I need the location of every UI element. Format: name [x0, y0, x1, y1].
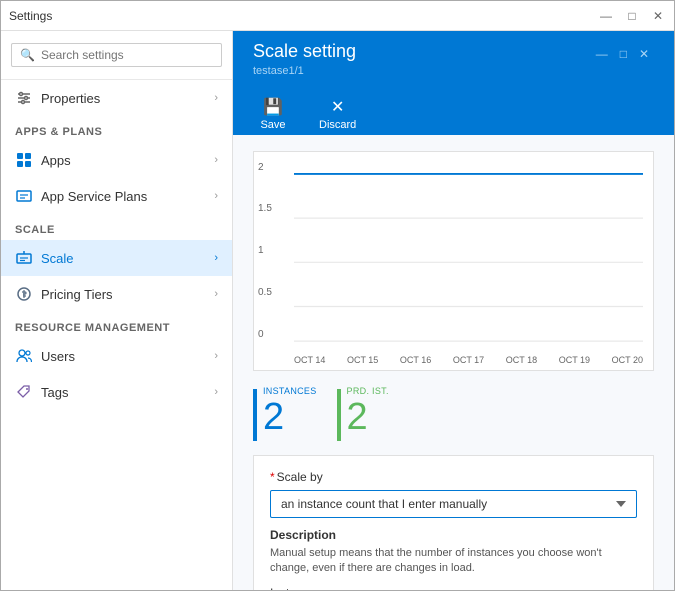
tags-label: Tags: [41, 385, 68, 400]
apps-plans-section-label: APPS & PLANS: [1, 116, 232, 142]
users-icon: [15, 347, 33, 365]
instance-bar-green: [337, 389, 341, 441]
chevron-right-icon: ›: [214, 386, 218, 398]
x-oct17: OCT 17: [453, 355, 484, 365]
minimize-button[interactable]: —: [598, 9, 614, 23]
sidebar-item-pricing-tiers[interactable]: Pricing Tiers ›: [1, 276, 232, 312]
users-label: Users: [41, 349, 75, 364]
y-label-2: 2: [258, 162, 272, 173]
title-bar: Settings — □ ✕: [1, 1, 674, 31]
scale-section: * Scale by an instance count that I ente…: [253, 455, 654, 590]
close-button[interactable]: ✕: [650, 9, 666, 23]
chevron-right-icon: ›: [214, 92, 218, 104]
search-area: 🔍: [1, 31, 232, 80]
toolbar: 💾 Save ✕ Discard: [253, 87, 654, 135]
chevron-right-icon: ›: [214, 190, 218, 202]
app-service-plans-label: App Service Plans: [41, 189, 147, 204]
instances-label: Instances: [270, 586, 637, 590]
apps-label: Apps: [41, 153, 71, 168]
sidebar: 🔍: [1, 31, 233, 590]
x-oct14: OCT 14: [294, 355, 325, 365]
pricing-icon: [15, 285, 33, 303]
maximize-button[interactable]: □: [624, 9, 640, 23]
window-frame: Settings — □ ✕ 🔍: [0, 0, 675, 591]
page-subtitle: testase1/1: [253, 65, 356, 77]
chevron-right-icon: ›: [214, 350, 218, 362]
instance-label-0: INSTANCES: [263, 387, 317, 396]
resource-mgmt-section-label: RESOURCE MANAGEMENT: [1, 312, 232, 338]
x-oct20: OCT 20: [612, 355, 643, 365]
scale-label: Scale: [41, 251, 74, 266]
x-oct18: OCT 18: [506, 355, 537, 365]
y-label-0: 0: [258, 329, 272, 340]
save-button[interactable]: 💾 Save: [253, 93, 293, 135]
chevron-right-icon: ›: [214, 252, 218, 264]
y-label-1: 1: [258, 245, 272, 256]
instance-block-0: INSTANCES 2: [253, 387, 317, 441]
scale-by-label: * Scale by: [270, 470, 637, 484]
search-input[interactable]: [41, 48, 213, 62]
discard-button[interactable]: ✕ Discard: [313, 93, 362, 135]
chart-svg: [294, 162, 643, 365]
content-window-controls: — □ ✕: [591, 41, 654, 63]
search-icon: 🔍: [20, 48, 35, 62]
scale-by-select[interactable]: an instance count that I enter manually …: [270, 490, 637, 518]
search-box[interactable]: 🔍: [11, 43, 222, 67]
save-icon: 💾: [263, 97, 283, 117]
save-label: Save: [260, 119, 285, 131]
window-controls: — □ ✕: [598, 9, 666, 23]
x-oct16: OCT 16: [400, 355, 431, 365]
chart-x-labels: OCT 14 OCT 15 OCT 16 OCT 17 OCT 18 OCT 1…: [294, 355, 643, 365]
chevron-right-icon: ›: [214, 154, 218, 166]
content-body: 2 1.5 1 0.5 0: [233, 135, 674, 590]
sidebar-item-apps[interactable]: Apps ›: [1, 142, 232, 178]
scale-section-label: SCALE: [1, 214, 232, 240]
app-service-icon: [15, 187, 33, 205]
instance-block-1: PRD. IST. 2: [337, 387, 389, 441]
sidebar-item-users[interactable]: Users ›: [1, 338, 232, 374]
content-maximize-button[interactable]: □: [615, 45, 632, 63]
sliders-icon: [15, 89, 33, 107]
instances-row: INSTANCES 2 PRD. IST. 2: [253, 387, 654, 441]
instance-value-0: 2: [263, 398, 317, 436]
y-label-0-5: 0.5: [258, 287, 272, 298]
tags-icon: [15, 383, 33, 401]
content-close-button[interactable]: ✕: [634, 45, 654, 63]
content-minimize-button[interactable]: —: [591, 45, 613, 63]
page-title: Scale setting: [253, 41, 356, 63]
x-oct15: OCT 15: [347, 355, 378, 365]
sidebar-item-scale[interactable]: Scale ›: [1, 240, 232, 276]
x-oct19: OCT 19: [559, 355, 590, 365]
content-header: Scale setting testase1/1 — □ ✕ 💾 Save: [233, 31, 674, 135]
pricing-tiers-label: Pricing Tiers: [41, 287, 113, 302]
sidebar-item-properties[interactable]: Properties ›: [1, 80, 232, 116]
discard-label: Discard: [319, 119, 356, 131]
instance-label-1: PRD. IST.: [347, 387, 389, 396]
properties-label: Properties: [41, 91, 100, 106]
content-area: Scale setting testase1/1 — □ ✕ 💾 Save: [233, 31, 674, 590]
main-layout: 🔍: [1, 31, 674, 590]
instance-value-1: 2: [347, 398, 389, 436]
description-label: Description: [270, 528, 637, 542]
chart-container: 2 1.5 1 0.5 0: [253, 151, 654, 371]
sidebar-item-app-service-plans[interactable]: App Service Plans ›: [1, 178, 232, 214]
scale-icon: [15, 249, 33, 267]
apps-icon: [15, 151, 33, 169]
instance-bar-blue: [253, 389, 257, 441]
y-label-1-5: 1.5: [258, 203, 272, 214]
discard-icon: ✕: [331, 97, 344, 117]
description-text: Manual setup means that the number of in…: [270, 546, 637, 577]
window-title: Settings: [9, 9, 52, 23]
sidebar-item-tags[interactable]: Tags ›: [1, 374, 232, 410]
chevron-right-icon: ›: [214, 288, 218, 300]
required-star: *: [270, 470, 275, 484]
chart-y-labels: 2 1.5 1 0.5 0: [258, 162, 272, 340]
